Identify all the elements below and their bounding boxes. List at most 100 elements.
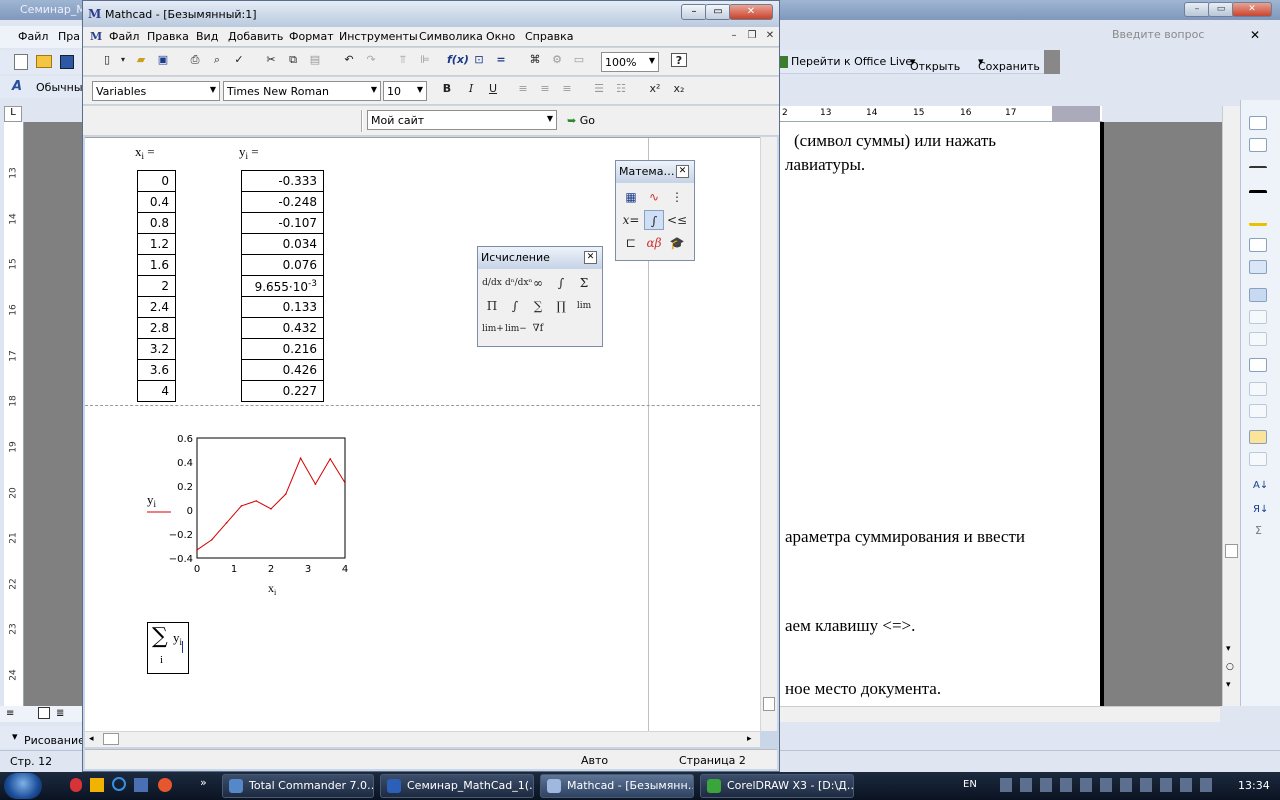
table-icon[interactable] (1249, 332, 1267, 346)
shading-icon[interactable] (1249, 260, 1267, 274)
style-box[interactable]: Обычны (36, 81, 83, 94)
greek-icon[interactable]: αβ (644, 233, 664, 253)
tool-icon[interactable] (1249, 138, 1267, 152)
copy-icon[interactable]: ⧉ (285, 53, 301, 67)
boolean-icon[interactable]: <≤ (667, 210, 687, 230)
programming-icon[interactable]: ⊏ (621, 233, 641, 253)
subscript-button[interactable]: x₂ (671, 82, 687, 96)
start-button[interactable] (4, 773, 42, 799)
menu-view[interactable]: Вид (196, 30, 218, 43)
calculus-palette-close-button[interactable]: ✕ (584, 251, 597, 264)
spell-check-icon[interactable]: ✓ (231, 53, 247, 67)
sort-ascending-icon[interactable]: A↓ (1253, 480, 1268, 491)
word-minimize-button[interactable]: – (1184, 2, 1210, 17)
styles-icon[interactable]: A (12, 79, 22, 94)
opera-icon[interactable] (70, 778, 82, 792)
font-select[interactable]: Times New Roman ▼ (223, 81, 381, 101)
menu-tools[interactable]: Инструменты (339, 30, 418, 43)
symbolic-icon[interactable]: 🎓 (667, 233, 687, 253)
graph-icon[interactable]: ∿ (644, 187, 664, 207)
word-menu-file[interactable]: Файл (18, 30, 48, 43)
bold-button[interactable]: B (439, 82, 455, 96)
worksheet-horizontal-scrollbar[interactable]: ◂ ▸ (85, 731, 760, 747)
mdi-restore-button[interactable]: ❐ (745, 30, 759, 43)
align-center-icon[interactable]: ≡ (537, 82, 553, 96)
next-page-icon[interactable]: ▾ (1226, 680, 1231, 690)
align-left-icon[interactable]: ⊫ (417, 53, 433, 67)
highlight-icon[interactable] (1249, 212, 1267, 226)
line-icon[interactable] (1249, 166, 1267, 180)
url-select[interactable]: Мой сайт ▼ (367, 110, 557, 130)
cut-icon[interactable]: ✂ (263, 53, 279, 67)
zoom-select[interactable]: 100% ▼ (601, 52, 659, 72)
xy-plot[interactable]: 0.6 0.4 0.2 0 −0.2 −0.4 0 1 2 3 4 yi xi (125, 428, 375, 598)
app-icon[interactable] (158, 778, 172, 792)
tool-icon[interactable] (1249, 116, 1267, 130)
maximize-button[interactable]: ▭ (705, 4, 731, 20)
print-icon[interactable]: ⎙ (187, 53, 203, 67)
toolbar-grip[interactable] (1044, 50, 1060, 74)
normal-view-icon[interactable]: ≡ (6, 708, 14, 719)
calculator-icon[interactable]: ▦ (621, 187, 641, 207)
ask-question-input[interactable]: Введите вопрос (1112, 28, 1252, 44)
minimize-button[interactable]: – (681, 4, 707, 20)
menu-window[interactable]: Окно (486, 30, 515, 43)
gradient-icon[interactable]: ∇f (528, 319, 548, 339)
office-live-link[interactable]: Перейти к Office Live (791, 55, 912, 68)
media-icon[interactable] (90, 778, 104, 792)
table-icon[interactable] (1249, 288, 1267, 302)
sort-descending-icon[interactable]: Я↓ (1253, 504, 1268, 515)
derivative-icon[interactable]: d/dx (482, 273, 502, 293)
table-icon[interactable] (1249, 404, 1267, 418)
clock[interactable]: 13:34 (1238, 779, 1270, 792)
mdi-minimize-button[interactable]: – (727, 30, 741, 43)
infinity-icon[interactable]: ∞ (528, 273, 548, 293)
autosum-icon[interactable]: Σ (1255, 524, 1262, 537)
bullets-icon[interactable]: ☰ (591, 82, 607, 96)
numbering-icon[interactable]: ☷ (613, 82, 629, 96)
limit-left-icon[interactable]: lim− (505, 319, 527, 339)
sum-index[interactable]: i (160, 654, 163, 666)
close-button[interactable]: ✕ (729, 4, 773, 20)
task-mathcad[interactable]: Mathcad - [Безымянн… (540, 774, 694, 798)
evaluation-icon[interactable]: x= (621, 210, 641, 230)
font-size-select[interactable]: 10 ▼ (383, 81, 427, 101)
underline-button[interactable]: U (485, 82, 501, 96)
tray-icons[interactable] (1000, 778, 1220, 792)
superscript-button[interactable]: x² (647, 82, 663, 96)
calculus-icon[interactable]: ∫ (644, 210, 664, 230)
open-folder-icon[interactable] (36, 55, 52, 68)
open-folder-icon[interactable]: ▰ (133, 53, 149, 67)
indefinite-integral-icon[interactable]: ∫ (505, 296, 525, 316)
limit-right-icon[interactable]: lim+ (482, 319, 504, 339)
undo-icon[interactable]: ↶ (341, 53, 357, 67)
table-icon[interactable] (1249, 382, 1267, 396)
menu-insert[interactable]: Добавить (228, 30, 283, 43)
language-indicator[interactable]: EN (963, 779, 977, 790)
table-icon[interactable] (1249, 310, 1267, 324)
drawing-menu[interactable]: Рисование ▾ (12, 730, 85, 747)
go-button[interactable]: ➥ Go (567, 114, 595, 127)
line-weight-icon[interactable] (1249, 190, 1267, 204)
print-layout-icon[interactable] (38, 707, 50, 719)
align-left-icon[interactable]: ≡ (515, 82, 531, 96)
worksheet[interactable]: xi = yi = 0 0.4 0.8 1.2 1.6 2 2.4 2.8 3.2 3.6 4 -0… (85, 137, 760, 732)
y-eval-label[interactable]: yi = (239, 144, 259, 161)
worksheet-vscroll-thumb[interactable] (763, 697, 775, 711)
math-palette-close-button[interactable]: ✕ (676, 165, 689, 178)
show-desktop-icon[interactable] (134, 778, 148, 792)
save-icon[interactable] (60, 55, 74, 69)
paste-icon[interactable]: ▤ (307, 53, 323, 67)
mathcad-title-bar[interactable]: M Mathcad - [Безымянный:1] – ▭ ✕ (83, 1, 779, 27)
component-icon[interactable]: ⌘ (527, 53, 543, 67)
word-vscroll-thumb[interactable] (1225, 544, 1238, 558)
align-top-icon[interactable]: ⫪ (395, 53, 411, 67)
task-word-document[interactable]: Семинар_MathCad_1(… (380, 774, 534, 798)
outline-view-icon[interactable]: ≣ (56, 708, 64, 719)
redo-icon[interactable]: ↷ (363, 53, 379, 67)
tab-selector[interactable]: L (4, 106, 22, 122)
matrix-icon[interactable]: ⋮ (667, 187, 687, 207)
chevron-down-icon[interactable]: ▾ (115, 53, 131, 67)
open-menu[interactable]: Открыть ▾ (910, 55, 960, 73)
align-right-icon[interactable]: ≡ (559, 82, 575, 96)
